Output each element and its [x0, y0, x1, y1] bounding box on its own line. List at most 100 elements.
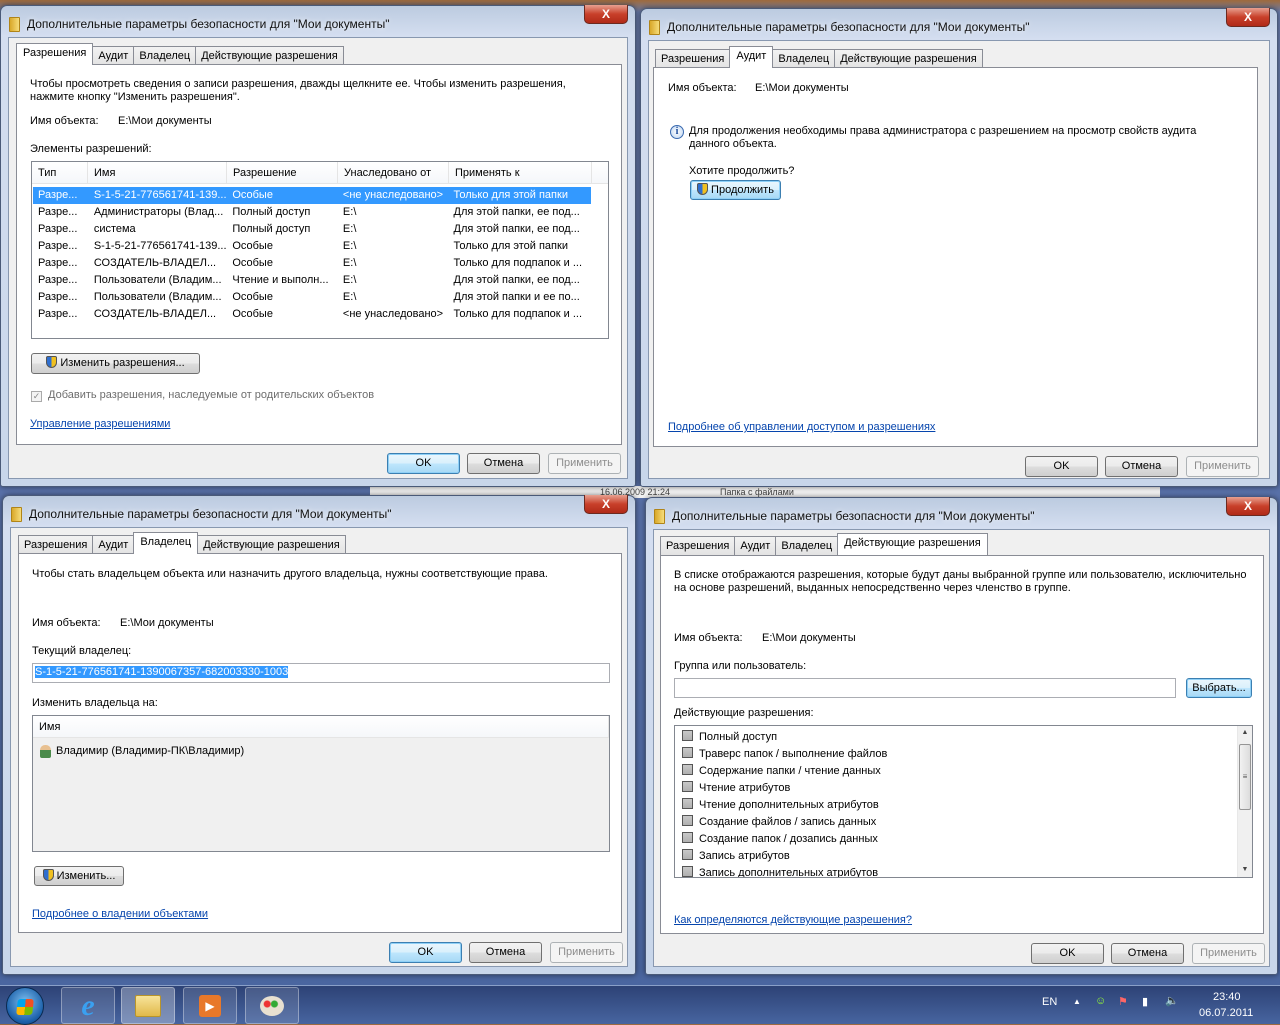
current-owner-field[interactable]: S-1-5-21-776561741-1390067357-682003330-… [32, 663, 610, 683]
close-button[interactable]: X [1226, 497, 1270, 516]
permission-checkbox-item[interactable]: Создание файлов / запись данных [682, 814, 1252, 831]
current-owner-value: S-1-5-21-776561741-1390067357-682003330-… [35, 666, 289, 678]
select-button[interactable]: Выбрать... [1186, 678, 1252, 698]
table-cell: Разре... [38, 308, 78, 320]
permission-checkbox-item[interactable]: Запись атрибутов [682, 848, 1252, 865]
column-header-applies-to[interactable]: Применять к [449, 162, 592, 183]
permissions-table[interactable]: Тип Имя Разрешение Унаследовано от Приме… [31, 161, 609, 339]
ownership-help-link[interactable]: Подробнее о владении объектами [32, 908, 208, 920]
column-header-inherited[interactable]: Унаследовано от [338, 162, 449, 183]
table-row[interactable]: Разре... система Полный доступ E:\ Для этой … [33, 221, 591, 238]
language-indicator[interactable]: EN [1042, 996, 1057, 1008]
tab-audit[interactable]: Аудит [734, 536, 777, 555]
ok-button[interactable]: OK [389, 942, 462, 963]
dialog-effective-permissions: Дополнительные параметры безопасности дл… [645, 497, 1278, 975]
table-row[interactable]: Разре... Пользователи (Владим... Особые E:\… [33, 289, 591, 306]
tab-owner[interactable]: Владелец [133, 532, 199, 554]
title-bar[interactable]: Дополнительные параметры безопасности дл… [11, 504, 575, 524]
table-row[interactable]: Разре... S-1-5-21-776561741-139... Особые <… [33, 187, 591, 204]
permission-checkbox-item[interactable]: Чтение дополнительных атрибутов [682, 797, 1252, 814]
start-button[interactable] [6, 987, 44, 1025]
scroll-thumb[interactable]: ≡ [1239, 744, 1251, 810]
tab-effective[interactable]: Действующие разрешения [837, 533, 988, 555]
taskbar-internet-explorer[interactable]: e [61, 987, 115, 1024]
tab-audit[interactable]: Аудит [92, 46, 135, 65]
tab-owner[interactable]: Владелец [775, 536, 839, 555]
manage-permissions-link[interactable]: Управление разрешениями [30, 418, 170, 430]
info-icon: i [670, 125, 684, 139]
tab-permissions[interactable]: Разрешения [16, 43, 94, 65]
table-row[interactable]: Разре... Пользователи (Владим... Чтение и … [33, 272, 591, 289]
title-bar[interactable]: Дополнительные параметры безопасности дл… [649, 17, 1217, 37]
owner-list[interactable]: Имя Владимир (Владимир-ПК\Владимир) [32, 715, 610, 852]
change-owner-button[interactable]: Изменить... [34, 866, 124, 886]
table-cell: <не унаследовано> [342, 189, 444, 201]
access-help-link[interactable]: Подробнее об управлении доступом и разре… [668, 421, 935, 433]
permission-checkbox-item[interactable]: Траверс папок / выполнение файлов [682, 746, 1252, 763]
close-button[interactable]: X [584, 495, 628, 514]
cancel-button[interactable]: Отмена [1105, 456, 1178, 477]
ok-button[interactable]: OK [1025, 456, 1098, 477]
tab-effective[interactable]: Действующие разрешения [834, 49, 983, 68]
tray-app-icon[interactable]: ☺ [1095, 995, 1106, 1007]
table-row[interactable]: Разре... СОЗДАТЕЛЬ-ВЛАДЕЛ... Особые <не уна… [33, 306, 591, 323]
column-header-name[interactable]: Имя [88, 162, 227, 183]
tab-effective[interactable]: Действующие разрешения [197, 535, 346, 554]
permission-checkbox-item[interactable]: Запись дополнительных атрибутов [682, 865, 1252, 877]
scroll-down-icon[interactable]: ▼ [1238, 863, 1252, 877]
taskbar-media-player[interactable]: ▶ [183, 987, 237, 1024]
permission-checkbox-item[interactable]: Создание папок / дозапись данных [682, 831, 1252, 848]
ok-button[interactable]: OK [387, 453, 460, 474]
column-header-permission[interactable]: Разрешение [227, 162, 338, 183]
tab-audit[interactable]: Аудит [92, 535, 135, 554]
effective-help-link[interactable]: Как определяются действующие разрешения? [674, 914, 912, 926]
table-cell: S-1-5-21-776561741-139... [93, 240, 227, 252]
tab-effective[interactable]: Действующие разрешения [195, 46, 344, 65]
inherit-checkbox[interactable]: ✓ Добавить разрешения, наследуемые от род… [31, 389, 374, 402]
change-permissions-button[interactable]: Изменить разрешения... [31, 353, 200, 374]
tab-owner[interactable]: Владелец [772, 49, 836, 68]
object-name-value: E:\Мои документы [118, 115, 212, 127]
table-row[interactable]: Разре... Администраторы (Влад... Полный до… [33, 204, 591, 221]
tab-permissions[interactable]: Разрешения [655, 49, 731, 68]
show-hidden-icons-arrow[interactable]: ▲ [1073, 997, 1081, 1006]
column-header-name[interactable]: Имя [33, 716, 609, 737]
table-row[interactable]: Разре... СОЗДАТЕЛЬ-ВЛАДЕЛ... Особые E:\ Толь… [33, 255, 591, 272]
permission-checkbox-item[interactable]: Содержание папки / чтение данных [682, 763, 1252, 780]
tab-owner[interactable]: Владелец [133, 46, 197, 65]
permission-label: Создание папок / дозапись данных [699, 833, 878, 845]
ok-button[interactable]: OK [1031, 943, 1104, 964]
permission-checkbox-item[interactable]: Полный доступ [682, 729, 1252, 746]
continue-button[interactable]: Продолжить [690, 180, 781, 200]
close-button[interactable]: X [1226, 8, 1270, 27]
tab-permissions[interactable]: Разрешения [660, 536, 736, 555]
list-item[interactable]: Владимир (Владимир-ПК\Владимир) [34, 743, 608, 760]
clock-date[interactable]: 06.07.2011 [1199, 1007, 1253, 1019]
entries-label: Элементы разрешений: [30, 143, 152, 155]
title-bar[interactable]: Дополнительные параметры безопасности дл… [654, 506, 1217, 526]
permission-checkbox-item[interactable]: Чтение атрибутов [682, 780, 1252, 797]
taskbar-paint[interactable] [245, 987, 299, 1024]
effective-permissions-list[interactable]: Полный доступ Траверс папок / выполнение … [674, 725, 1253, 878]
cancel-button[interactable]: Отмена [1111, 943, 1184, 964]
tab-permissions[interactable]: Разрешения [18, 535, 94, 554]
table-row[interactable]: Разре... S-1-5-21-776561741-139... Особые E… [33, 238, 591, 255]
scrollbar[interactable]: ▲ ≡ ▼ [1237, 726, 1252, 877]
tab-strip: Разрешения Аудит Владелец Действующие ра… [16, 43, 344, 65]
network-flag-icon[interactable]: ⚑ [1118, 995, 1128, 1008]
apply-button: Применить [548, 453, 621, 474]
checkbox-icon [682, 730, 693, 741]
cancel-button[interactable]: Отмена [469, 942, 542, 963]
taskbar-windows-explorer[interactable] [121, 987, 175, 1024]
tab-audit[interactable]: Аудит [729, 46, 774, 68]
signal-icon[interactable]: ▮ [1142, 995, 1148, 1008]
cancel-button[interactable]: Отмена [467, 453, 540, 474]
volume-icon[interactable]: 🔈 [1165, 994, 1179, 1007]
column-header-type[interactable]: Тип [32, 162, 88, 183]
table-cell: E:\ [342, 257, 357, 269]
group-input[interactable] [674, 678, 1176, 698]
close-button[interactable]: X [584, 5, 628, 24]
title-bar[interactable]: Дополнительные параметры безопасности дл… [9, 14, 575, 34]
clock-time[interactable]: 23:40 [1213, 991, 1241, 1003]
scroll-up-icon[interactable]: ▲ [1238, 726, 1252, 740]
